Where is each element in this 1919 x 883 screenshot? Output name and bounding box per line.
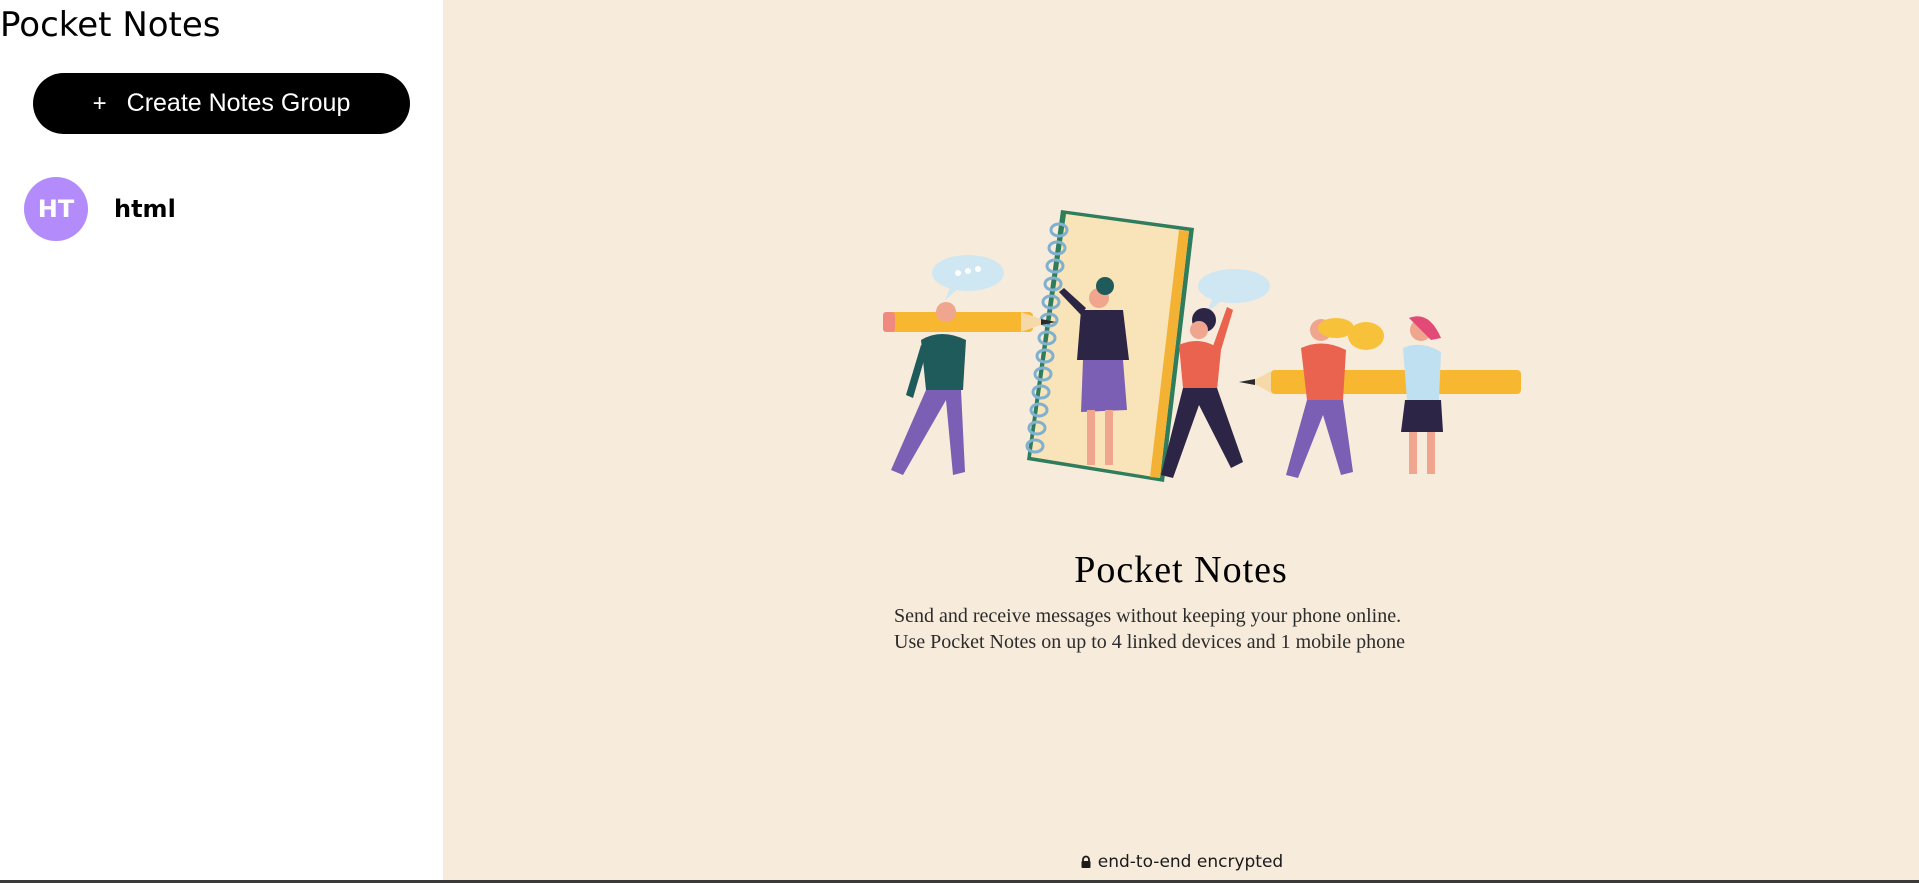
lock-icon: [1081, 855, 1091, 868]
encryption-notice: end-to-end encrypted: [443, 852, 1919, 872]
women-carrying-pencil-figure: [1239, 316, 1521, 478]
group-item-html[interactable]: HT html: [24, 176, 419, 242]
sidebar: Pocket Notes + Create Notes Group HT htm…: [0, 0, 443, 883]
main-panel: Pocket Notes Send and receive messages w…: [443, 0, 1919, 883]
people-with-notebook-illustration: [883, 210, 1521, 482]
welcome-description-line: Send and receive messages without keepin…: [894, 605, 1402, 627]
app-title: Pocket Notes: [0, 5, 221, 45]
create-notes-group-button[interactable]: + Create Notes Group: [33, 73, 410, 134]
encryption-text: end-to-end encrypted: [1097, 852, 1284, 872]
group-avatar: HT: [24, 177, 88, 241]
welcome-description: Send and receive messages without keepin…: [894, 603, 1594, 655]
welcome-description-line: Use Pocket Notes on up to 4 linked devic…: [894, 631, 1406, 653]
welcome-title: Pocket Notes: [1074, 549, 1288, 591]
group-name: html: [114, 195, 176, 223]
create-notes-group-label: Create Notes Group: [126, 89, 351, 117]
plus-icon: +: [92, 89, 107, 117]
